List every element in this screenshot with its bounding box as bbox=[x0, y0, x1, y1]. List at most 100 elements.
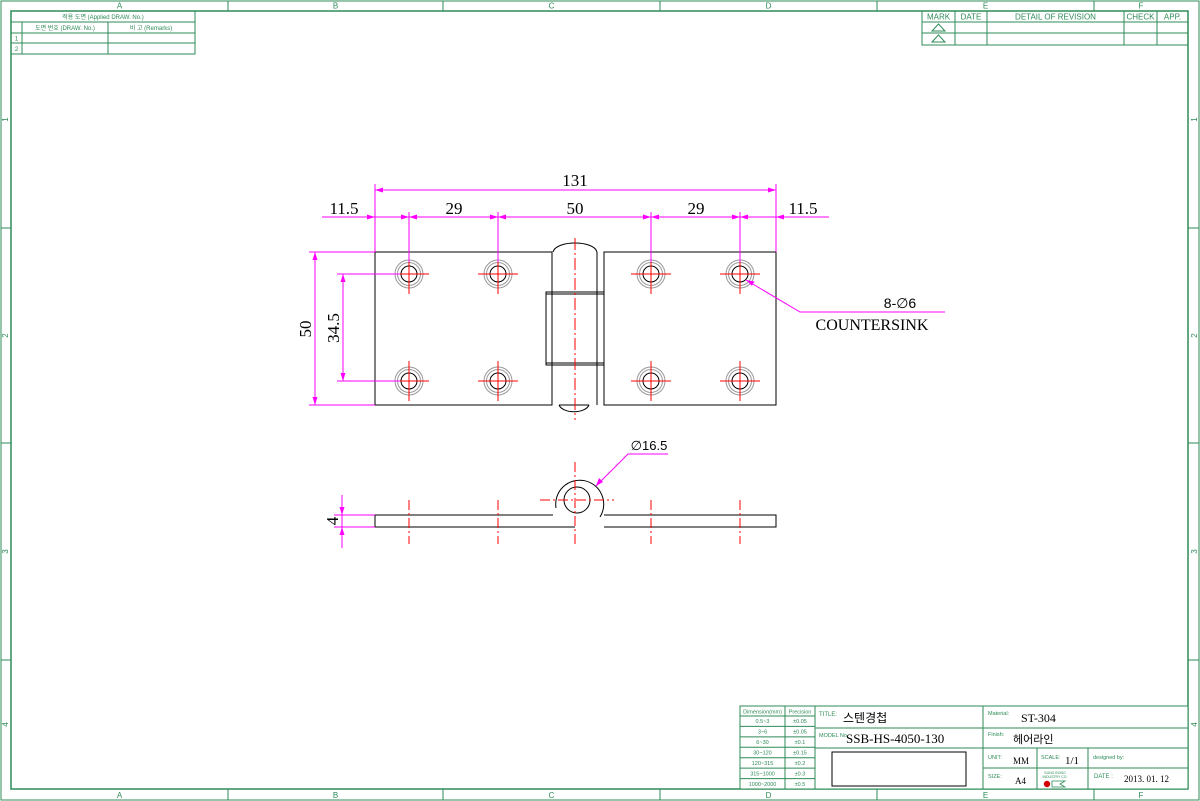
hinge-front-view bbox=[374, 238, 777, 420]
frame-row-label-left: 1 bbox=[1, 117, 10, 122]
drawing-sheet: A A B B C C D D E E F F 1 1 2 2 3 3 4 4 적용 도면 (Applied DRAW… bbox=[0, 0, 1200, 801]
tolerance-value: ±0.05 bbox=[793, 730, 807, 736]
drawing-title: 스텐경첩 bbox=[843, 711, 887, 725]
hole-callout-count: 8-∅6 bbox=[884, 295, 917, 311]
dim-right-pitch: 29 bbox=[688, 199, 705, 218]
frame-row-label-right: 2 bbox=[1190, 333, 1199, 338]
countersink-hole bbox=[478, 361, 518, 401]
tolerance-value: ±0.1 bbox=[795, 740, 806, 746]
side-view-dimension-text: ∅16.5 4 bbox=[323, 438, 667, 525]
unit-label: UNIT: bbox=[988, 755, 1002, 761]
material-label: Material: bbox=[988, 711, 1010, 717]
applied-table-row-1: 1 bbox=[15, 37, 19, 43]
hole-callout-type: COUNTERSINK bbox=[816, 317, 929, 334]
unit-value: MM bbox=[1013, 756, 1029, 766]
dim-plate-height: 50 bbox=[296, 321, 315, 338]
applied-table-col2: 비 고 (Remarks) bbox=[130, 24, 172, 32]
tolerance-header-dimension: Dimension(mm) bbox=[743, 710, 782, 716]
dim-left-end: 11.5 bbox=[329, 199, 358, 218]
tolerance-value: ±0.05 bbox=[793, 719, 807, 725]
front-view-dimension-arrows bbox=[312, 187, 784, 405]
applied-table-row-2: 2 bbox=[15, 47, 19, 53]
dim-center-pitch: 50 bbox=[567, 199, 584, 218]
tolerance-range: 3~6 bbox=[758, 730, 767, 736]
revision-mark-triangle-icon bbox=[930, 23, 947, 32]
frame-col-label-bottom: E bbox=[983, 791, 988, 800]
revision-header-app: APP. bbox=[1164, 13, 1181, 22]
finish-value: 헤어라인 bbox=[1013, 733, 1053, 746]
tolerance-range: 6~30 bbox=[756, 740, 768, 746]
revision-header-detail: DETAIL OF REVISION bbox=[1015, 13, 1096, 22]
frame-zone-ticks bbox=[1, 1, 1199, 800]
countersink-hole bbox=[631, 361, 671, 401]
frame-col-label-bottom: C bbox=[549, 791, 555, 800]
tolerance-range: 315~1000 bbox=[750, 771, 775, 777]
logo-red-dot-icon bbox=[1043, 780, 1051, 788]
revision-header-mark: MARK bbox=[927, 13, 951, 22]
size-label: SIZE: bbox=[988, 774, 1002, 780]
frame-col-label-bottom: A bbox=[117, 791, 123, 800]
revision-header-check: CHECK bbox=[1126, 13, 1155, 22]
side-view-centerlines bbox=[408, 462, 741, 544]
frame-col-label-top: C bbox=[549, 2, 555, 11]
dim-left-pitch: 29 bbox=[446, 199, 463, 218]
model-number: SSB-HS-4050-130 bbox=[846, 731, 944, 746]
frame-col-label-bottom: B bbox=[333, 791, 338, 800]
applied-drawing-table: 적용 도면 (Applied DRAW. No.) 도면 번호 (DRAW. N… bbox=[10, 10, 196, 55]
frame-col-label-bottom: D bbox=[766, 791, 772, 800]
model-label: MODEL No. bbox=[819, 733, 849, 739]
revision-table: MARK DATE DETAIL OF REVISION CHECK APP. bbox=[921, 10, 1189, 46]
frame-row-label-right: 3 bbox=[1190, 549, 1199, 554]
tolerance-range: 30~120 bbox=[753, 751, 772, 757]
front-view-dimension-text: 131 11.5 29 50 29 11.5 50 34.5 8-∅6 COUN… bbox=[296, 171, 929, 343]
designed-by-label: designed by: bbox=[1093, 755, 1125, 761]
frame-col-label-top: D bbox=[766, 2, 772, 11]
logo-text-bottom: INDUSTRY CO. bbox=[1043, 775, 1068, 779]
frame-row-label-left: 2 bbox=[1, 333, 10, 338]
tolerance-range: 0.5~3 bbox=[756, 719, 770, 725]
tolerance-value: ±0.5 bbox=[795, 782, 806, 788]
tolerance-table: Dimension(mm) Precision 0.5~3 ±0.05 3~6 ±0.… bbox=[739, 705, 816, 790]
hinge-side-view bbox=[374, 462, 777, 544]
finish-label: Finish: bbox=[988, 732, 1005, 738]
title-block: TITLE: 스텐경첩 MODEL No. SSB-HS-4050-130 Ma… bbox=[814, 705, 1189, 790]
dim-overall-length: 131 bbox=[562, 171, 588, 190]
date-label: DATE : bbox=[1094, 774, 1113, 780]
sheet-frame bbox=[0, 0, 1200, 801]
dim-right-end: 11.5 bbox=[788, 199, 817, 218]
frame-row-label-right: 4 bbox=[1190, 722, 1199, 727]
title-label: TITLE: bbox=[819, 712, 837, 718]
scale-label: SCALE: bbox=[1041, 755, 1061, 761]
frame-col-label-top: A bbox=[117, 2, 123, 11]
frame-zone-labels: A A B B C C D D E E F F 1 1 2 2 3 3 4 4 bbox=[1, 2, 1199, 801]
frame-col-label-bottom: F bbox=[1139, 791, 1144, 800]
dim-plate-thickness: 4 bbox=[323, 516, 342, 525]
tolerance-header-precision: Precision bbox=[789, 710, 812, 716]
material-value: ST-304 bbox=[1021, 711, 1056, 725]
dim-hole-spacing: 34.5 bbox=[324, 313, 343, 343]
frame-row-label-left: 3 bbox=[1, 549, 10, 554]
revision-mark-triangle-icon bbox=[930, 34, 947, 43]
tolerance-value: ±0.2 bbox=[795, 761, 806, 767]
frame-row-label-right: 1 bbox=[1190, 117, 1199, 122]
size-value: A4 bbox=[1015, 776, 1026, 786]
tolerance-value: ±0.3 bbox=[795, 771, 806, 777]
countersink-hole bbox=[720, 361, 760, 401]
frame-col-label-top: E bbox=[983, 2, 988, 11]
scale-value: 1/1 bbox=[1065, 755, 1079, 767]
side-right-leaf bbox=[604, 514, 777, 528]
dim-knuckle-diameter: ∅16.5 bbox=[631, 438, 668, 453]
tolerance-range: 1000~2000 bbox=[749, 782, 777, 788]
applied-table-col1: 도면 번호 (DRAW. No.) bbox=[35, 24, 95, 32]
revision-header-date: DATE bbox=[961, 13, 982, 22]
tolerance-value: ±0.15 bbox=[793, 751, 807, 757]
applied-table-title: 적용 도면 (Applied DRAW. No.) bbox=[62, 13, 144, 21]
frame-col-label-top: B bbox=[333, 2, 338, 11]
side-view-dimensions bbox=[334, 453, 668, 548]
frame-col-label-top: F bbox=[1139, 2, 1144, 11]
frame-row-label-left: 4 bbox=[1, 722, 10, 727]
date-value: 2013. 01. 12 bbox=[1124, 774, 1169, 784]
tolerance-range: 120~315 bbox=[752, 761, 774, 767]
right-leaf-outline bbox=[603, 251, 777, 406]
side-left-leaf bbox=[374, 514, 575, 528]
